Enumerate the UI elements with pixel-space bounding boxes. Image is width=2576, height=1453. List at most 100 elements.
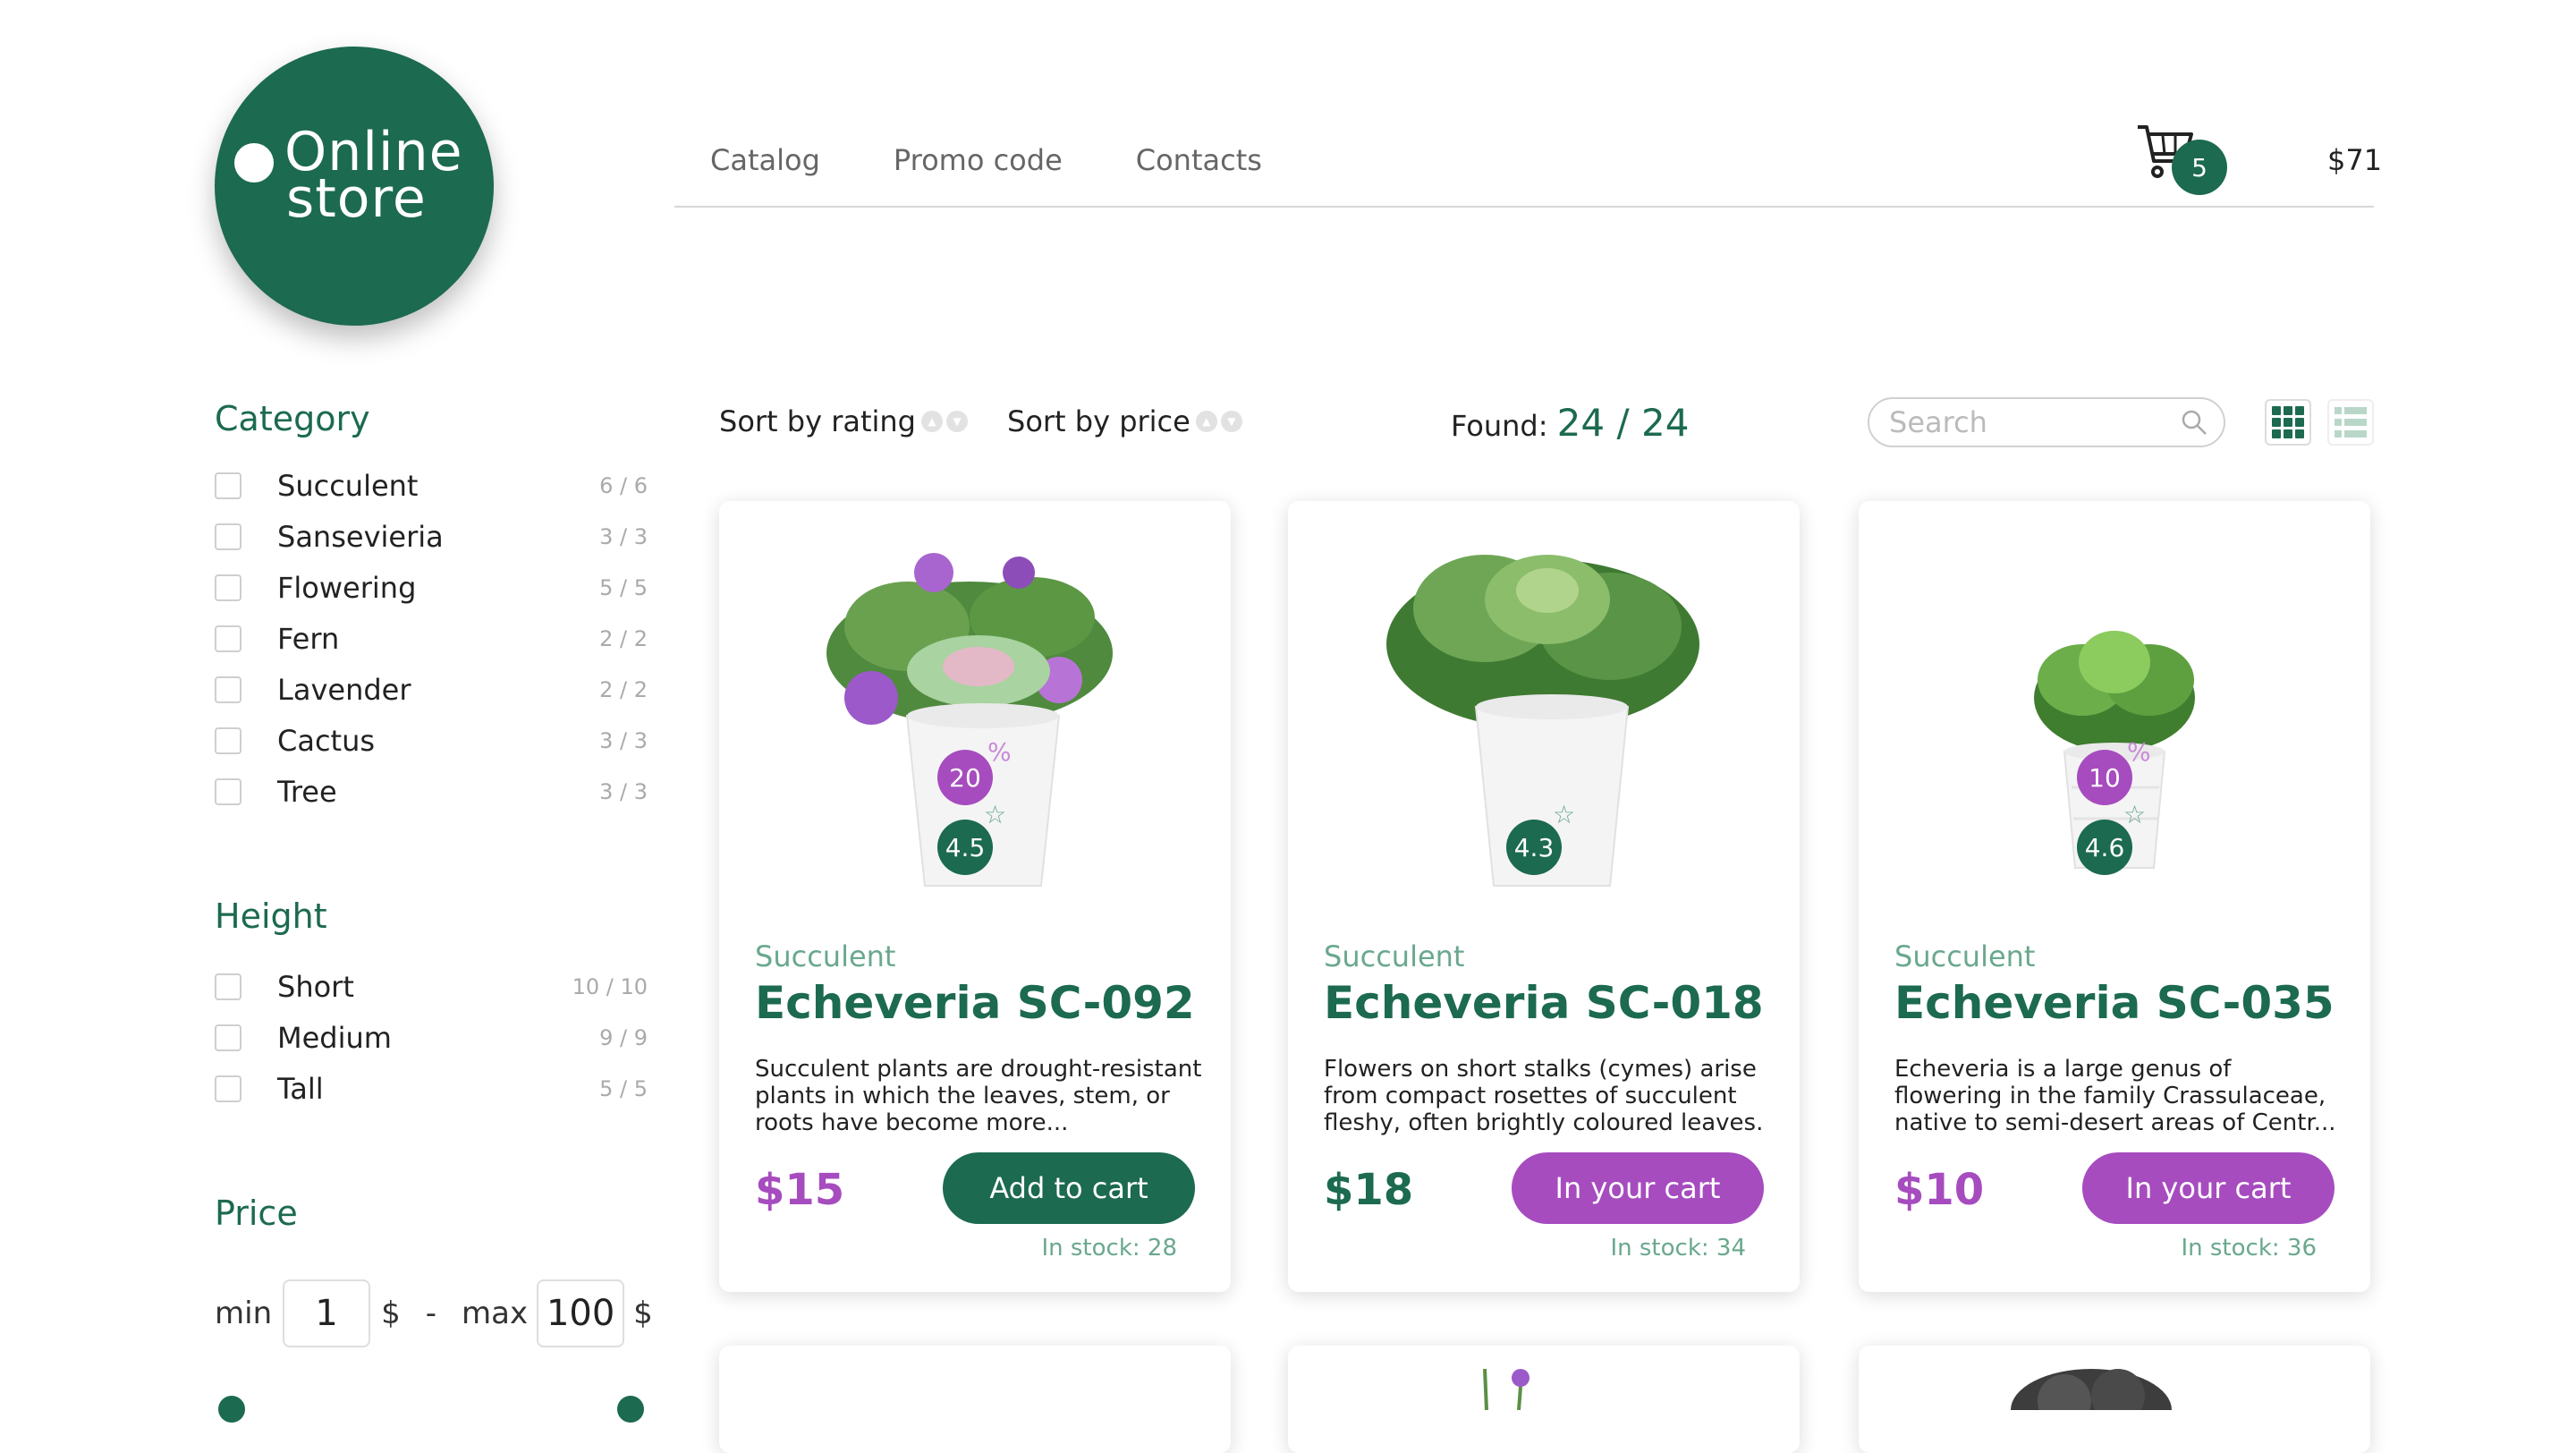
product-stock: In stock: 36 — [2181, 1235, 2317, 1262]
in-your-cart-button[interactable]: In your cart — [1512, 1152, 1764, 1224]
filter-count: 2 / 2 — [599, 676, 648, 702]
nav-contacts[interactable]: Contacts — [1136, 143, 1262, 177]
product-card[interactable] — [719, 1346, 1231, 1453]
product-category: Succulent — [755, 939, 896, 973]
grid-view-button[interactable] — [2265, 399, 2311, 446]
sort-price-arrows: ▲ ▼ — [1195, 411, 1242, 432]
sort-down-icon[interactable]: ▼ — [945, 411, 968, 432]
cart-total: $71 — [2327, 143, 2383, 177]
price-slider-min-handle[interactable] — [218, 1396, 245, 1423]
logo-dot — [234, 143, 274, 183]
filter-label: Succulent — [277, 468, 419, 503]
product-stock: In stock: 34 — [1610, 1235, 1746, 1262]
store-logo[interactable]: Online store — [215, 47, 494, 326]
product-price: $18 — [1324, 1165, 1414, 1215]
filter-count: 3 / 3 — [599, 523, 648, 549]
checkbox[interactable] — [215, 973, 242, 1000]
filter-medium[interactable]: Medium 9 / 9 — [215, 1012, 648, 1063]
price-min-input[interactable]: 1 — [283, 1279, 371, 1347]
filter-label: Short — [277, 969, 354, 1004]
filter-count: 9 / 9 — [599, 1024, 648, 1050]
checkbox[interactable] — [215, 574, 242, 601]
filter-count: 3 / 3 — [599, 727, 648, 753]
sort-by-price[interactable]: Sort by price ▲ ▼ — [1007, 404, 1242, 438]
nav-promo-code[interactable]: Promo code — [894, 143, 1063, 177]
logo-text: Online store — [284, 125, 463, 225]
list-view-button[interactable] — [2327, 399, 2374, 446]
product-card[interactable]: 10 % 4.6 ☆ Succulent Echeveria SC-035 Ec… — [1859, 501, 2370, 1292]
filter-label: Medium — [277, 1020, 392, 1055]
filter-label: Tree — [277, 774, 337, 809]
product-card[interactable]: 20 % 4.5 ☆ Succulent Echeveria SC-092 Su… — [719, 501, 1231, 1292]
list-icon — [2334, 407, 2367, 438]
checkbox[interactable] — [215, 472, 242, 499]
filter-cactus[interactable]: Cactus 3 / 3 — [215, 715, 648, 766]
height-title: Height — [215, 896, 327, 936]
sort-down-icon[interactable]: ▼ — [1220, 411, 1242, 432]
checkbox[interactable] — [215, 523, 242, 550]
filter-label: Sansevieria — [277, 519, 444, 554]
sort-price-label: Sort by price — [1007, 404, 1191, 438]
discount-badge: 20 — [937, 750, 993, 805]
sort-up-icon[interactable]: ▲ — [1195, 411, 1217, 432]
filter-count: 10 / 10 — [572, 973, 648, 999]
filter-succulent[interactable]: Succulent 6 / 6 — [215, 460, 648, 511]
sort-up-icon[interactable]: ▲ — [920, 411, 943, 432]
discount-badge: 10 — [2077, 750, 2132, 805]
filter-count: 5 / 5 — [599, 574, 648, 600]
sort-by-rating[interactable]: Sort by rating ▲ ▼ — [719, 404, 968, 438]
star-icon: ☆ — [984, 800, 1007, 829]
checkbox[interactable] — [215, 726, 242, 754]
product-name[interactable]: Echeveria SC-018 — [1324, 977, 1764, 1029]
filter-short[interactable]: Short 10 / 10 — [215, 961, 648, 1012]
checkbox[interactable] — [215, 1024, 242, 1051]
checkbox[interactable] — [215, 1075, 242, 1102]
search-input[interactable] — [1887, 404, 2181, 440]
percent-icon: % — [987, 737, 1012, 767]
cart-count-badge: 5 — [2172, 140, 2227, 195]
product-name[interactable]: Echeveria SC-035 — [1894, 977, 2334, 1029]
height-filter-list: Short 10 / 10 Medium 9 / 9 Tall 5 / 5 — [215, 961, 648, 1114]
filter-lavender[interactable]: Lavender 2 / 2 — [215, 664, 648, 715]
filter-tall[interactable]: Tall 5 / 5 — [215, 1063, 648, 1114]
sort-rating-label: Sort by rating — [719, 404, 916, 438]
checkbox[interactable] — [215, 777, 242, 805]
price-range: min 1 $ - max 100 $ — [215, 1279, 653, 1347]
product-card[interactable]: 4.3 ☆ Succulent Echeveria SC-018 Flowers… — [1288, 501, 1800, 1292]
category-filter-list: Succulent 6 / 6 Sansevieria 3 / 3 Flower… — [215, 460, 648, 817]
price-max-label: max — [462, 1296, 529, 1331]
price-separator: - — [425, 1296, 437, 1331]
checkbox[interactable] — [215, 676, 242, 703]
filter-flowering[interactable]: Flowering 5 / 5 — [215, 562, 648, 613]
filter-label: Flowering — [277, 570, 417, 605]
product-category: Succulent — [1894, 939, 2036, 973]
search-icon[interactable] — [2181, 409, 2207, 436]
filter-tree[interactable]: Tree 3 / 3 — [215, 766, 648, 817]
nav-catalog[interactable]: Catalog — [710, 143, 820, 177]
filter-label: Cactus — [277, 723, 376, 758]
currency-symbol: $ — [381, 1296, 401, 1331]
product-card[interactable] — [1288, 1346, 1800, 1453]
price-min-label: min — [215, 1296, 273, 1331]
add-to-cart-button[interactable]: Add to cart — [943, 1152, 1195, 1224]
checkbox[interactable] — [215, 625, 242, 652]
search-box — [1868, 397, 2225, 447]
product-description: Echeveria is a large genus of flowering … — [1894, 1056, 2336, 1136]
filter-fern[interactable]: Fern 2 / 2 — [215, 613, 648, 664]
in-your-cart-button[interactable]: In your cart — [2082, 1152, 2334, 1224]
found-value: 24 / 24 — [1556, 401, 1690, 445]
product-category: Succulent — [1324, 939, 1465, 973]
currency-symbol: $ — [633, 1296, 653, 1331]
product-price: $15 — [755, 1165, 845, 1215]
product-description: Succulent plants are drought-resistant p… — [755, 1056, 1202, 1136]
price-max-input[interactable]: 100 — [537, 1279, 625, 1347]
filter-count: 5 / 5 — [599, 1075, 648, 1101]
filter-count: 2 / 2 — [599, 625, 648, 651]
product-card[interactable] — [1859, 1346, 2370, 1453]
found-count: Found: 24 / 24 — [1451, 401, 1689, 445]
nav-divider — [674, 206, 2374, 208]
filter-sansevieria[interactable]: Sansevieria 3 / 3 — [215, 511, 648, 562]
price-slider-max-handle[interactable] — [617, 1396, 644, 1423]
product-name[interactable]: Echeveria SC-092 — [755, 977, 1195, 1029]
percent-icon: % — [2127, 737, 2151, 767]
